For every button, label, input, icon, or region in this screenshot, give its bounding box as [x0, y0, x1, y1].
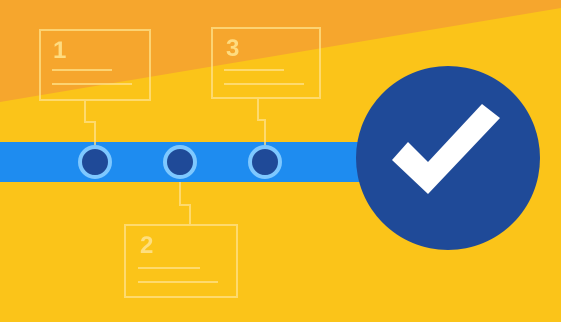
timeline-node-2-dot: [163, 145, 197, 179]
timeline-node-1: [78, 145, 112, 179]
step-card-3-number: 3: [226, 35, 239, 62]
timeline-node-3: [248, 145, 282, 179]
step-card-1-number: 1: [53, 37, 66, 64]
step-card-2-number: 2: [140, 232, 153, 259]
timeline-node-2: [163, 145, 197, 179]
timeline-node-3-dot: [248, 145, 282, 179]
completion-badge: [356, 66, 540, 250]
timeline-svg: 1 3 2: [0, 0, 561, 322]
timeline-node-1-dot: [78, 145, 112, 179]
timeline-illustration: 1 3 2: [0, 0, 561, 322]
